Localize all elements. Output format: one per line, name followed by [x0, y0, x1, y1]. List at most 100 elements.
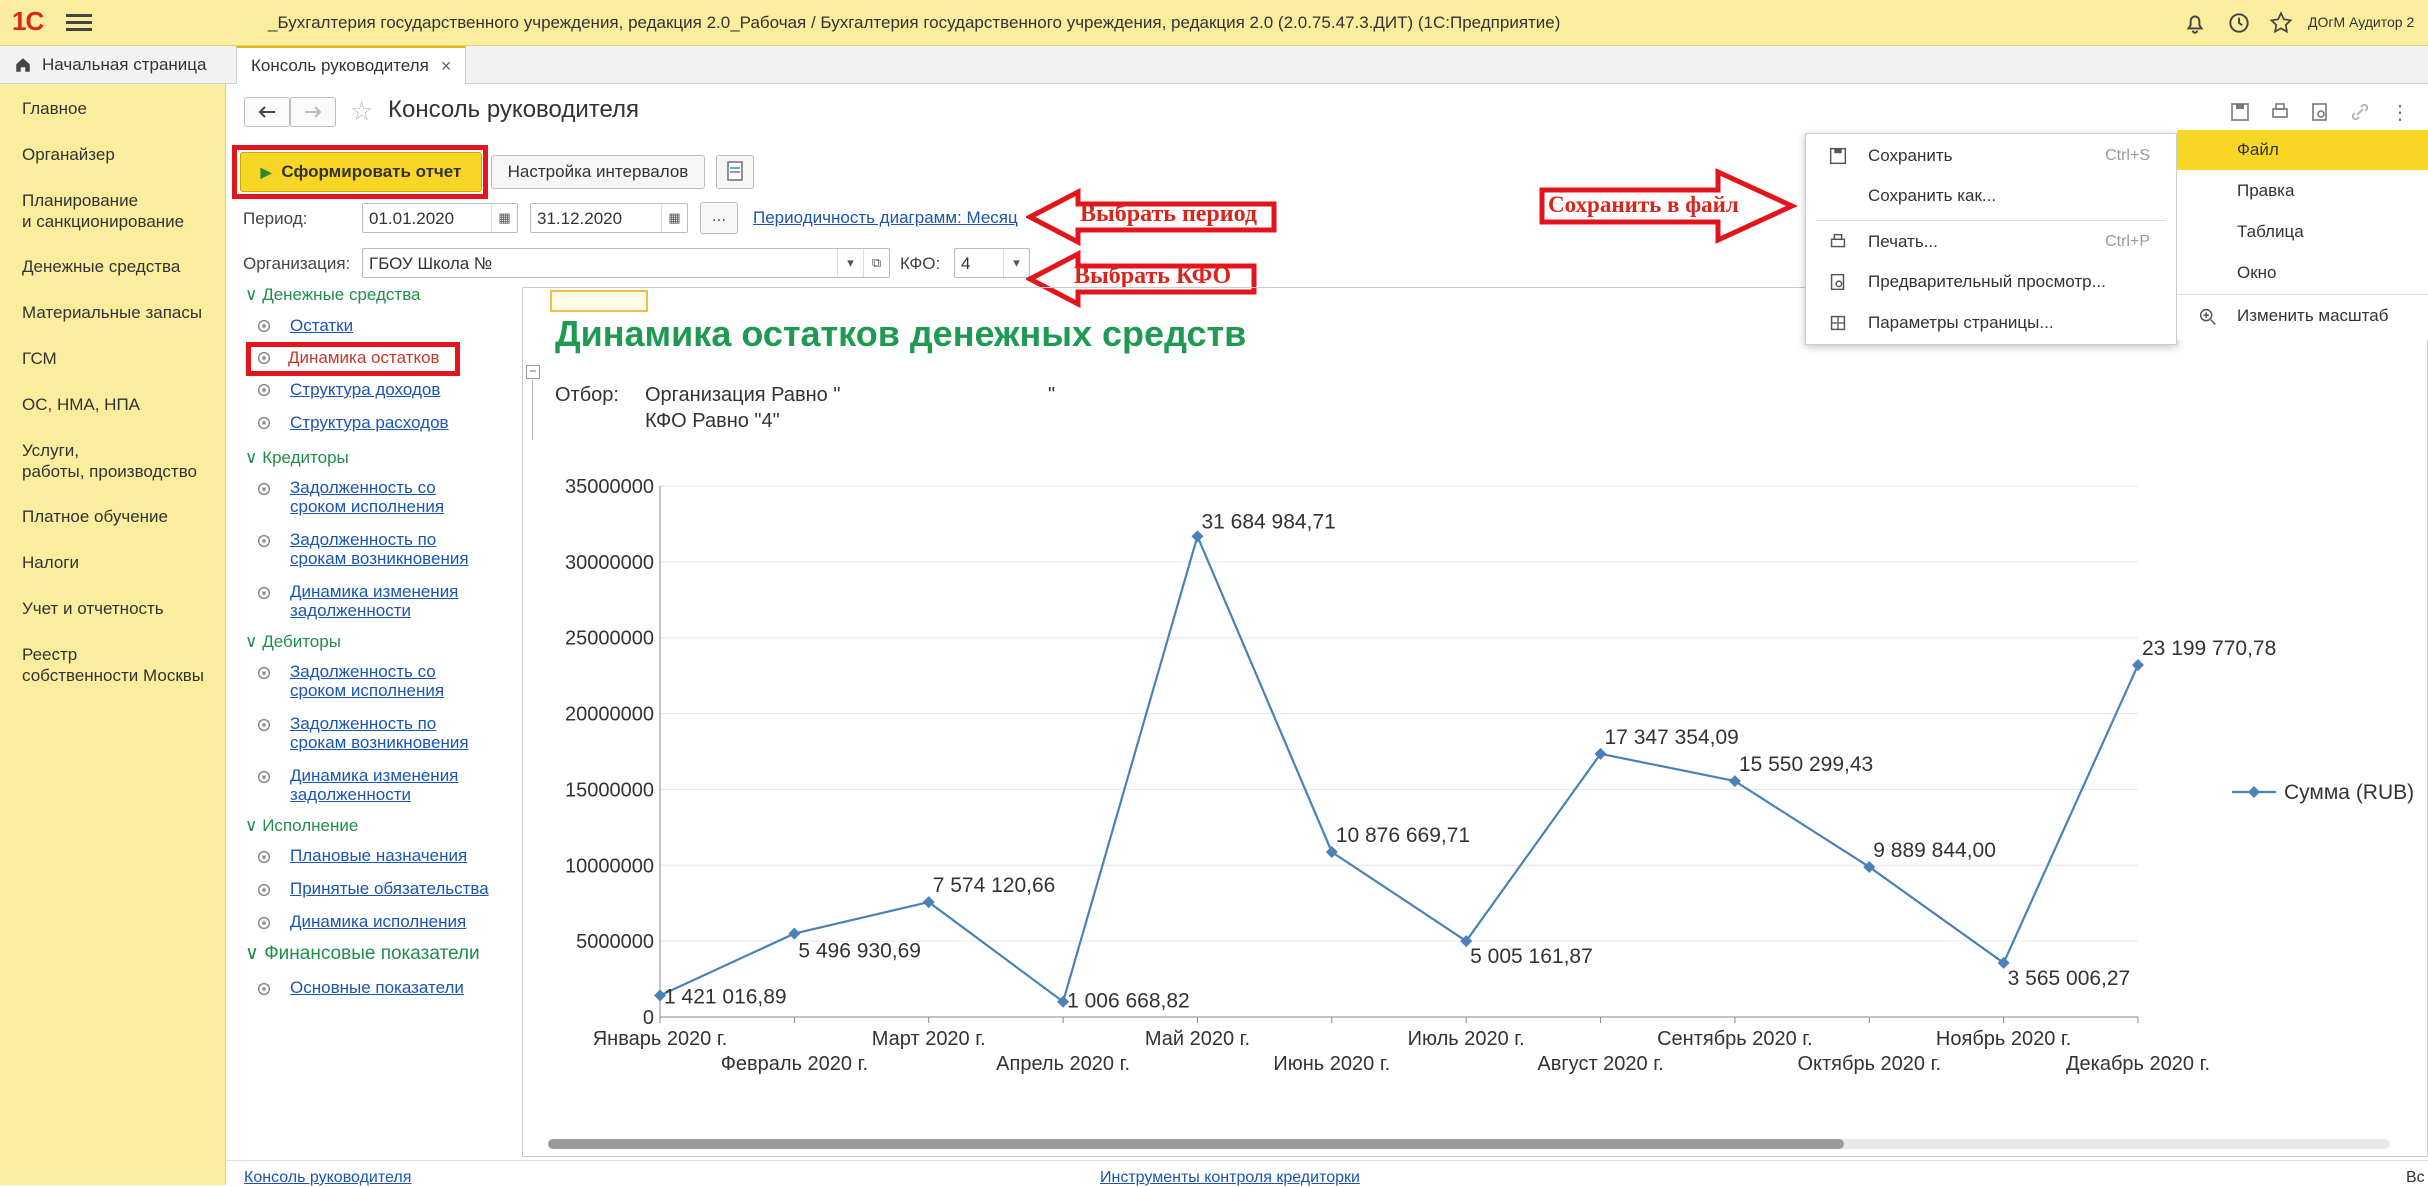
selected-item-highlight [246, 342, 460, 376]
sidebar-item-materials[interactable]: Материальные запасы [22, 302, 202, 323]
menu-file[interactable]: Файл [2177, 130, 2428, 170]
x-tick-label: Ноябрь 2020 г. [1936, 1028, 2071, 1050]
sidebar-item-accounting[interactable]: Учет и отчетность [22, 598, 164, 619]
forward-button[interactable] [290, 97, 336, 127]
tree-item-expense-structure[interactable]: Структура расходов [290, 413, 449, 432]
sidebar-item-planning[interactable]: Планирование и санкционирование [22, 190, 184, 232]
tree-item-execution-dynamics[interactable]: Динамика исполнения [290, 912, 466, 931]
bell-icon[interactable] [2182, 10, 2208, 36]
y-tick-label: 25000000 [565, 628, 654, 650]
menu-zoom[interactable]: Изменить масштаб [2177, 296, 2428, 336]
tree-group-debtors[interactable]: ∨ Дебиторы [245, 632, 341, 652]
x-tick-label: Апрель 2020 г. [996, 1053, 1130, 1075]
sidebar-item-paid-education[interactable]: Платное обучение [22, 506, 168, 527]
report-gear-icon [257, 383, 271, 397]
preview-icon[interactable] [2308, 100, 2332, 124]
report-gear-icon [257, 534, 271, 548]
calendar-icon[interactable]: ▦ [661, 204, 687, 232]
menu-item-page-settings[interactable]: Параметры страницы... [1806, 303, 2178, 343]
period-periodicity-link[interactable]: Периодичность диаграмм: Месяц [753, 208, 1018, 228]
open-icon[interactable]: ⧉ [863, 249, 889, 277]
menu-table[interactable]: Таблица [2177, 212, 2428, 252]
user-name[interactable]: ДОгМ Аудитор 2 [2308, 14, 2414, 30]
horizontal-scrollbar[interactable] [548, 1139, 2390, 1149]
tree-item-creditors-due[interactable]: Задолженность со сроком исполнения [290, 478, 444, 516]
tree-group-creditors[interactable]: ∨ Кредиторы [245, 448, 349, 468]
scrollbar-thumb[interactable] [548, 1139, 1844, 1149]
tree-item-planned[interactable]: Плановые назначения [290, 846, 467, 865]
save-icon [1829, 147, 1847, 165]
report-gear-icon [257, 850, 271, 864]
settings-button[interactable] [716, 155, 754, 189]
tree-item-main-indicators[interactable]: Основные показатели [290, 978, 464, 997]
date-from-value: 01.01.2020 [369, 209, 455, 228]
menu-window[interactable]: Окно [2177, 253, 2428, 293]
tree-item-creditors-dynamics[interactable]: Динамика изменения задолженности [290, 582, 458, 620]
sidebar-item-cash[interactable]: Денежные средства [22, 256, 180, 277]
tree-item-income-structure[interactable]: Структура доходов [290, 380, 440, 399]
history-icon[interactable] [2226, 10, 2252, 36]
sidebar-item-services[interactable]: Услуги, работы, производство [22, 440, 197, 482]
menu-zoom-label: Изменить масштаб [2237, 306, 2389, 325]
tree-item-obligations[interactable]: Принятые обязательства [290, 879, 489, 898]
x-tick-label: Июль 2020 г. [1408, 1028, 1525, 1050]
annotation-save: Сохранить в файл [1548, 192, 1739, 217]
menu-item-label: Предварительный просмотр... [1868, 272, 2106, 291]
organization-value: ГБОУ Школа № [369, 254, 493, 273]
tab-console[interactable]: Консоль руководителя × [236, 46, 467, 84]
calendar-icon[interactable]: ▦ [491, 204, 517, 232]
tree-item-debtors-due[interactable]: Задолженность со сроком исполнения [290, 662, 444, 700]
legend-marker [2248, 786, 2260, 798]
sidebar-item-registry[interactable]: Реестр собственности Москвы [22, 644, 204, 686]
tree-item-debtors-dynamics[interactable]: Динамика изменения задолженности [290, 766, 458, 804]
footer-link-console[interactable]: Консоль руководителя [244, 1169, 411, 1187]
sidebar-item-fuel[interactable]: ГСМ [22, 348, 57, 369]
tree-group-execution[interactable]: ∨ Исполнение [245, 816, 358, 836]
back-button[interactable] [244, 97, 290, 127]
footer-right-text: Вс [2406, 1169, 2425, 1186]
date-from-field[interactable]: 01.01.2020 ▦ [362, 203, 518, 233]
report-gear-icon [257, 666, 271, 680]
kfo-field[interactable]: 4 ▾ [954, 248, 1030, 278]
menu-edit[interactable]: Правка [2177, 171, 2428, 211]
menu-item-print[interactable]: Печать... Ctrl+P [1806, 222, 2178, 262]
date-to-field[interactable]: 31.12.2020 ▦ [530, 203, 688, 233]
favorite-icon[interactable]: ☆ [350, 96, 373, 127]
sidebar-item-taxes[interactable]: Налоги [22, 552, 79, 573]
sidebar-item-main[interactable]: Главное [22, 98, 87, 119]
collapse-icon[interactable]: − [526, 365, 540, 379]
x-tick-label: Май 2020 г. [1145, 1028, 1250, 1050]
organization-field[interactable]: ГБОУ Школа № ▾ ⧉ [362, 248, 890, 278]
data-label: 9 889 844,00 [1873, 839, 1996, 862]
tree-group-label: Дебиторы [262, 632, 341, 651]
tree-item-balances[interactable]: Остатки [290, 316, 353, 335]
intervals-button[interactable]: Настройка интервалов [491, 155, 705, 189]
tree-group-cash[interactable]: ∨ Денежные средства [245, 285, 421, 305]
close-icon[interactable]: × [441, 56, 452, 77]
report-settings-icon [727, 161, 743, 181]
generate-report-button[interactable]: ▶ Сформировать отчет [240, 152, 482, 192]
cell-cursor [550, 290, 648, 312]
tab-home[interactable]: Начальная страница [0, 46, 221, 84]
period-choose-button[interactable]: ... [700, 202, 738, 234]
link-icon[interactable] [2348, 100, 2372, 124]
menu-item-preview[interactable]: Предварительный просмотр... [1806, 262, 2178, 302]
print-icon[interactable] [2268, 100, 2292, 124]
file-submenu: Сохранить Ctrl+S Сохранить как... Печать… [1805, 133, 2177, 345]
tree-item-debtors-origin[interactable]: Задолженность по срокам возникновения [290, 714, 469, 752]
menu-icon[interactable] [66, 10, 92, 36]
tree-group-financial[interactable]: ∨ Финансовые показатели [245, 942, 480, 965]
sidebar-item-organizer[interactable]: Органайзер [22, 144, 115, 165]
dropdown-icon[interactable]: ▾ [837, 249, 863, 277]
sidebar-item-assets[interactable]: ОС, НМА, НПА [22, 394, 140, 415]
more-icon[interactable]: ⋮ [2388, 100, 2412, 124]
save-icon[interactable] [2228, 100, 2252, 124]
tree-item-creditors-origin[interactable]: Задолженность по срокам возникновения [290, 530, 469, 568]
star-icon[interactable] [2268, 10, 2294, 36]
footer-link-tools[interactable]: Инструменты контроля кредиторки [1100, 1169, 1360, 1187]
menu-item-save-as[interactable]: Сохранить как... [1806, 176, 2178, 216]
menu-item-label: Сохранить [1868, 146, 1953, 165]
menu-item-save[interactable]: Сохранить Ctrl+S [1806, 136, 2178, 176]
data-label: 5 496 930,69 [798, 940, 921, 963]
report-title: Динамика остатков денежных средств [555, 313, 1247, 354]
